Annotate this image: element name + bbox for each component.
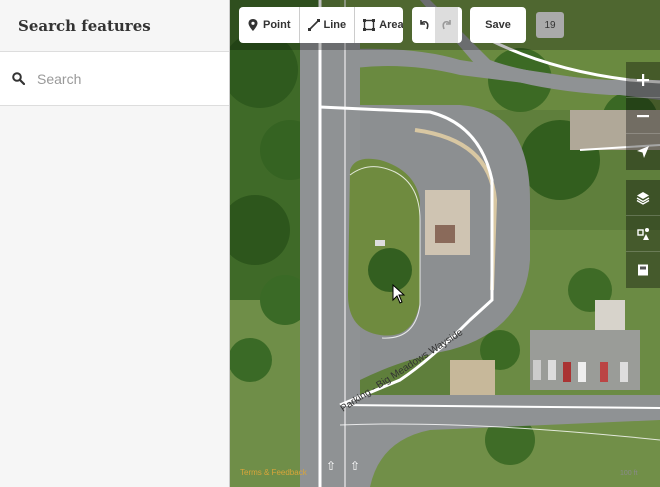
sidebar: Search features [0, 0, 230, 487]
geolocate-button[interactable] [626, 134, 660, 170]
location-arrow-icon [637, 146, 649, 158]
scale-bar: 100 ft [620, 470, 638, 477]
search-bar [0, 52, 229, 106]
line-icon [307, 19, 320, 31]
bookmark-icon [638, 264, 648, 276]
area-icon [363, 19, 376, 31]
imagery-attribution[interactable]: Terms & Feedback [240, 468, 307, 477]
zoom-out-button[interactable] [626, 98, 660, 134]
add-area-label: Area [379, 19, 403, 31]
svg-text:⇧: ⇧ [350, 459, 360, 473]
map-data-icon [637, 227, 649, 240]
save-button[interactable]: Save [470, 7, 526, 43]
map-data-pane-button[interactable] [626, 216, 660, 252]
sidebar-title: Search features [18, 16, 151, 35]
undo-redo-group [412, 7, 462, 43]
add-area-button[interactable]: Area [355, 7, 403, 43]
zoom-controls [626, 62, 660, 170]
aerial-imagery: ⇧ ⇧ Parking - Big Meadows Wayside [230, 0, 660, 487]
edit-count-badge: 19 [536, 12, 564, 38]
add-line-label: Line [323, 19, 347, 31]
point-icon [248, 19, 258, 31]
undo-button[interactable] [412, 7, 435, 43]
zoom-in-button[interactable] [626, 62, 660, 98]
add-feature-group: Point Line Area [239, 7, 403, 43]
map-panes-controls [626, 180, 660, 288]
map-canvas[interactable]: ⇧ ⇧ Parking - Big Meadows Wayside [230, 0, 660, 487]
redo-icon [441, 20, 451, 30]
background-pane-button[interactable] [626, 180, 660, 216]
layers-icon [636, 191, 650, 205]
sidebar-results [0, 106, 229, 487]
add-line-button[interactable]: Line [300, 7, 356, 43]
redo-button[interactable] [435, 7, 458, 43]
sidebar-header: Search features [0, 0, 229, 52]
minus-icon [637, 114, 649, 117]
search-icon [12, 72, 25, 85]
search-input[interactable] [37, 70, 207, 87]
svg-text:⇧: ⇧ [326, 459, 336, 473]
plus-icon [637, 73, 649, 86]
issues-pane-button[interactable] [626, 252, 660, 288]
add-point-button[interactable]: Point [239, 7, 300, 43]
undo-icon [419, 20, 429, 30]
add-point-label: Point [263, 19, 291, 31]
